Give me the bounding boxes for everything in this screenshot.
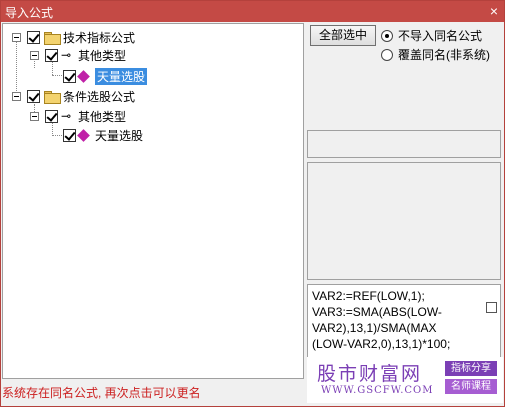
tree-node-subtype-2[interactable]: ⊸ 其他类型 [30,107,126,125]
radio-button[interactable] [381,29,393,42]
formula-icon [77,128,90,142]
collapse-icon[interactable] [30,50,39,60]
key-icon: ⊸ [60,109,72,123]
key-icon: ⊸ [60,48,72,62]
leaf-2-checkbox[interactable] [63,128,76,142]
tree-node-label: 天量选股 [95,128,144,143]
radio-label: 不导入同名公式 [398,29,483,43]
collapse-icon[interactable] [30,111,39,121]
watermark-logo: 股市财富网 WWW.GSCFW.COM 指标分享 名师课程 [307,357,503,403]
formula-line: VAR3:=SMA(ABS(LOW- [312,305,442,319]
title-bar: 导入公式 × [1,1,504,22]
description-box[interactable] [307,162,501,280]
formula-line: VAR2:=REF(LOW,1); [312,289,425,303]
radio-no-import[interactable]: 不导入同名公式 [381,27,482,44]
watermark-title: 股市财富网 [317,363,423,385]
window-title: 导入公式 [5,6,54,20]
formula-line: VAR2),13,1)/SMA(MAX [312,321,437,335]
tree-node-label: 其他类型 [78,109,127,124]
radio-label: 覆盖同名(非系统) [398,48,490,62]
folder-icon [44,90,61,104]
radio-button[interactable] [381,48,393,61]
tree-connector [52,75,62,76]
tree-node-leaf-1[interactable]: 天量选股 [63,67,148,85]
leaf-1-checkbox[interactable] [63,69,76,83]
tree-node-label-selected: 天量选股 [95,67,148,85]
tree-node-group-2[interactable]: 条件选股公式 [12,87,135,105]
collapse-icon[interactable] [12,32,21,42]
subtype-1-checkbox[interactable] [45,48,58,62]
formula-tree: 技术指标公式 ⊸ 其他类型 天量选股 条件选股公式 ⊸ 其他类型 天量选股 [2,23,304,379]
import-formula-dialog: 导入公式 × 技术指标公式 ⊸ 其他类型 天量选股 条件选股公式 ⊸ 其他类型 … [0,0,505,407]
tree-node-label: 技术指标公式 [63,30,136,45]
tree-node-label: 其他类型 [78,48,127,63]
group-1-checkbox[interactable] [27,30,40,44]
formula-line: (LOW-VAR2,0),13,1)*100; [312,337,451,351]
formula-checkbox[interactable] [486,302,497,313]
tree-connector [52,135,62,136]
tree-node-label: 条件选股公式 [63,89,136,104]
subtype-2-checkbox[interactable] [45,109,58,123]
watermark-tag: 指标分享 [445,361,497,376]
name-box[interactable] [307,130,501,158]
group-2-checkbox[interactable] [27,89,40,103]
tree-node-group-1[interactable]: 技术指标公式 [12,28,135,46]
formula-preview[interactable]: VAR2:=REF(LOW,1); VAR3:=SMA(ABS(LOW- VAR… [307,284,501,358]
status-message: 系统存在同名公式, 再次点击可以更名 [2,386,201,400]
tree-node-leaf-2[interactable]: 天量选股 [63,126,143,144]
folder-icon [44,31,61,45]
watermark-tag: 名师课程 [445,379,497,394]
select-all-button[interactable]: 全部选中 [310,25,376,46]
radio-overwrite[interactable]: 覆盖同名(非系统) [381,46,490,63]
formula-icon [77,69,90,83]
watermark-url: WWW.GSCFW.COM [321,385,434,396]
collapse-icon[interactable] [12,91,21,101]
close-icon[interactable]: × [490,3,498,19]
tree-node-subtype-1[interactable]: ⊸ 其他类型 [30,46,126,64]
